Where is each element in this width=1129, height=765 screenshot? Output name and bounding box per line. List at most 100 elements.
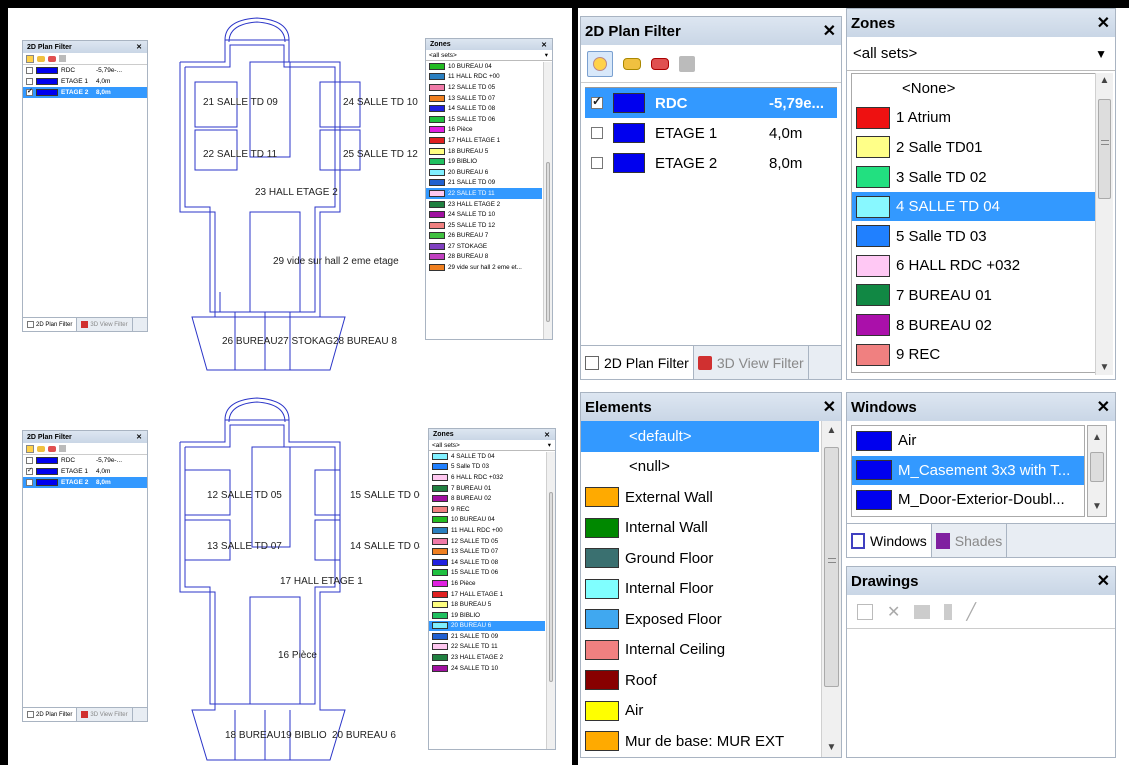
floor-row[interactable]: ETAGE 1 4,0m — [585, 118, 837, 148]
zone-item[interactable]: 7 BUREAU 01 — [852, 281, 1097, 311]
zone-item[interactable]: 2 Salle TD01 — [852, 133, 1097, 163]
filter-off-icon[interactable] — [48, 445, 56, 452]
zone-item[interactable]: 24 SALLE TD 10 — [429, 663, 545, 674]
element-item[interactable]: Ground Floor — [581, 543, 819, 574]
zone-item[interactable]: 20 BUREAU 6 — [429, 620, 545, 632]
close-icon[interactable]: ✕ — [1097, 397, 1110, 417]
filter-all-icon[interactable] — [587, 50, 613, 77]
floor-row[interactable]: ETAGE 2 8,0m — [585, 148, 837, 178]
zone-item[interactable]: 19 BIBLIO — [429, 610, 545, 621]
element-item[interactable]: Internal Floor — [581, 574, 819, 605]
visibility-checkbox[interactable]: ✓ — [26, 88, 33, 96]
element-item[interactable]: <null> — [581, 452, 819, 483]
elements-scrollbar[interactable]: ▲ ▼ — [821, 421, 841, 757]
zone-item[interactable]: 8 BUREAU 02 — [429, 493, 545, 504]
zone-item[interactable]: 6 HALL RDC +032 — [852, 252, 1097, 282]
window-type-item[interactable]: M_Casement 3x3 with T... — [852, 455, 1084, 485]
add-drawing-icon[interactable] — [857, 603, 873, 620]
zone-item[interactable]: 6 HALL RDC +032 — [429, 472, 545, 483]
pin-icon[interactable] — [944, 603, 953, 620]
visibility-checkbox[interactable] — [591, 157, 603, 169]
floor-row[interactable]: RDC -5,79e-... — [23, 455, 147, 466]
zone-item[interactable]: 29 vide sur hall 2 eme et... — [426, 262, 542, 273]
zone-item[interactable]: 9 REC — [852, 340, 1097, 370]
visibility-checkbox[interactable] — [26, 67, 33, 74]
filter-all-icon[interactable] — [26, 444, 34, 453]
scroll-up-icon[interactable]: ▲ — [1088, 432, 1106, 443]
element-item[interactable]: Internal Ceiling — [581, 635, 819, 666]
zone-item[interactable]: 21 SALLE TD 09 — [426, 178, 542, 189]
close-icon[interactable]: ✕ — [136, 43, 142, 51]
zone-item[interactable]: <None> — [852, 74, 1097, 104]
zone-item[interactable]: 15 SALLE TD 06 — [426, 114, 542, 125]
element-item[interactable]: <default> — [581, 421, 819, 452]
element-item[interactable]: Air — [581, 696, 819, 727]
zone-item[interactable]: 3 Salle TD 02 — [852, 163, 1097, 193]
visibility-checkbox[interactable] — [26, 78, 33, 85]
zone-item[interactable]: 13 SALLE TD 07 — [426, 93, 542, 104]
zone-item[interactable]: 23 HALL ETAGE 2 — [429, 652, 545, 663]
scroll-up-icon[interactable]: ▲ — [822, 425, 841, 436]
zone-item[interactable]: 5 Salle TD 03 — [429, 462, 545, 473]
zone-item[interactable]: 8 BUREAU 02 — [852, 311, 1097, 341]
close-icon[interactable]: ✕ — [541, 41, 547, 49]
filter-on-icon[interactable] — [37, 55, 45, 62]
filter-on-icon[interactable] — [623, 57, 641, 70]
visibility-checkbox[interactable] — [26, 457, 33, 464]
zone-item[interactable]: 17 HALL ETAGE 1 — [426, 135, 542, 146]
import-icon[interactable] — [914, 604, 931, 619]
element-item[interactable]: Roof — [581, 665, 819, 696]
zone-item[interactable]: 26 BUREAU 7 — [426, 231, 542, 242]
zone-item[interactable]: 12 SALLE TD 05 — [429, 536, 545, 547]
brush-icon[interactable] — [59, 445, 66, 452]
element-item[interactable]: Mur de base: MUR EXT — [581, 726, 819, 757]
zone-item[interactable]: 11 HALL RDC +00 — [426, 72, 542, 83]
zone-item[interactable]: 14 SALLE TD 08 — [429, 557, 545, 568]
visibility-checkbox[interactable]: ✓ — [591, 95, 603, 109]
zone-item[interactable]: 12 SALLE TD 05 — [426, 82, 542, 93]
scroll-down-icon[interactable]: ▼ — [1088, 501, 1106, 512]
zone-set-dropdown[interactable]: <all sets> ▾ — [429, 440, 555, 451]
zone-item[interactable]: 9 REC — [429, 504, 545, 515]
zone-item[interactable]: 18 BUREAU 5 — [429, 599, 545, 610]
zone-item[interactable]: 19 BIBLIO — [426, 156, 542, 167]
zone-item[interactable]: 17 HALL ETAGE 1 — [429, 589, 545, 600]
delete-icon[interactable]: ✕ — [887, 602, 900, 622]
visibility-checkbox[interactable] — [591, 127, 603, 139]
zone-item[interactable]: 10 BUREAU 04 — [426, 61, 542, 72]
filter-all-icon[interactable] — [26, 54, 34, 63]
zone-item[interactable]: 5 Salle TD 03 — [852, 222, 1097, 252]
zone-item[interactable]: 7 BUREAU 01 — [429, 483, 545, 494]
visibility-checkbox[interactable] — [26, 479, 33, 486]
floor-row[interactable]: ETAGE 1 4,0m — [23, 76, 147, 87]
scroll-up-icon[interactable]: ▲ — [1096, 75, 1113, 86]
tab-2d-plan-filter[interactable]: 2D Plan Filter — [581, 346, 694, 379]
tab-2d-plan-filter[interactable]: 2D Plan Filter — [23, 318, 78, 331]
floor-row[interactable]: ✓ RDC -5,79e... — [585, 88, 837, 118]
zone-set-dropdown[interactable]: <all sets> ▾ — [426, 50, 552, 61]
floor-row[interactable]: ✓ ETAGE 1 4,0m — [23, 466, 147, 477]
zone-item[interactable]: 11 HALL RDC +00 — [429, 525, 545, 536]
scroll-down-icon[interactable]: ▼ — [1096, 362, 1113, 373]
floor-row[interactable]: ETAGE 2 8,0m — [23, 477, 147, 488]
zone-item[interactable]: 23 HALL ETAGE 2 — [426, 199, 542, 210]
zone-item[interactable]: 28 BUREAU 8 — [426, 252, 542, 263]
zone-item[interactable]: 18 BUREAU 5 — [426, 146, 542, 157]
zone-set-dropdown[interactable]: <all sets> ▼ — [847, 37, 1115, 71]
close-icon[interactable]: ✕ — [1097, 571, 1110, 591]
brush-icon[interactable] — [59, 55, 66, 62]
filter-off-icon[interactable] — [48, 55, 56, 62]
zone-item[interactable]: 10 BUREAU 04 — [429, 515, 545, 526]
zone-item[interactable]: 16 Pièce — [426, 125, 542, 136]
filter-off-icon[interactable] — [651, 57, 669, 70]
filter-on-icon[interactable] — [37, 445, 45, 452]
tab-shades[interactable]: Shades — [932, 524, 1008, 557]
window-type-item[interactable]: M_Door-Exterior-Doubl... — [852, 485, 1084, 515]
brush-icon[interactable] — [679, 55, 695, 72]
tab-2d-plan-filter[interactable]: 2D Plan Filter — [23, 708, 78, 721]
zone-item[interactable]: 21 SALLE TD 09 — [429, 631, 545, 642]
zone-item[interactable]: 25 SALLE TD 12 — [426, 220, 542, 231]
windows-scrollbar[interactable]: ▲ ▼ — [1087, 425, 1107, 517]
tab-3d-view-filter[interactable]: 3D View Filter — [77, 318, 133, 331]
window-type-item[interactable]: Air — [852, 426, 1084, 456]
